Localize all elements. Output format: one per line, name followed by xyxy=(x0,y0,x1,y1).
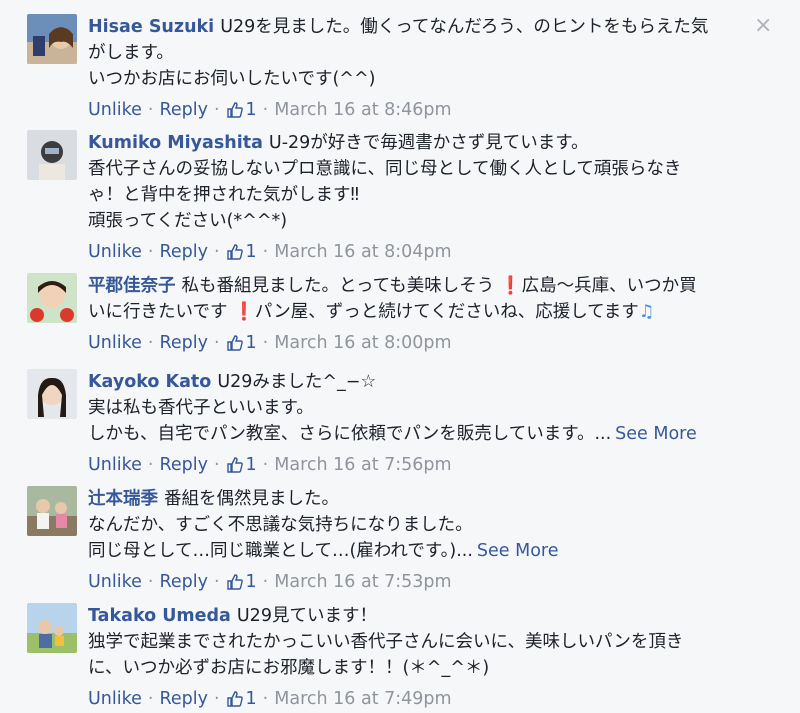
reply-link[interactable]: Reply xyxy=(159,98,207,122)
like-count-value: 1 xyxy=(245,333,257,353)
separator: · xyxy=(213,689,220,709)
comment-author[interactable]: 平郡佳奈子 xyxy=(88,276,176,296)
comment-text: パン屋、ずっと続けてくださいね、応援してます xyxy=(254,302,639,322)
comment-timestamp[interactable]: March 16 at 8:00pm xyxy=(274,331,451,355)
like-count-value: 1 xyxy=(245,242,257,262)
like-count[interactable]: 1 xyxy=(226,240,257,264)
separator: · xyxy=(147,455,154,475)
like-count[interactable]: 1 xyxy=(226,331,257,355)
comment-actions: Unlike · Reply · 1 · March 16 at 8:00pm xyxy=(88,331,758,355)
reply-link[interactable]: Reply xyxy=(159,331,207,355)
avatar[interactable] xyxy=(27,14,77,64)
comment-text: U29みました^_−☆ xyxy=(217,372,377,392)
separator: · xyxy=(147,572,154,592)
thumbs-up-icon xyxy=(226,335,243,351)
like-count[interactable]: 1 xyxy=(226,98,257,122)
comment-text: 私も番組見ました。とっても美味しそう xyxy=(181,276,500,296)
reply-link[interactable]: Reply xyxy=(159,570,207,594)
comment-actions: Unlike · Reply · 1 · March 16 at 7:56pm xyxy=(88,453,758,477)
see-more-link[interactable]: See More xyxy=(615,424,697,444)
exclamation-icon: ❗ xyxy=(233,302,255,322)
unlike-link[interactable]: Unlike xyxy=(88,570,142,594)
avatar[interactable] xyxy=(27,603,77,653)
comment-text: いつかお店にお伺いしたいです(^^) xyxy=(88,69,376,89)
comment-author[interactable]: 辻本瑞季 xyxy=(88,489,158,509)
comment-actions: Unlike · Reply · 1 · March 16 at 8:04pm xyxy=(88,240,758,264)
comment-text: に、いつか必ずお店にお邪魔します！！(＊^_^＊) xyxy=(88,658,490,678)
separator: · xyxy=(262,689,269,709)
comment-timestamp[interactable]: March 16 at 7:49pm xyxy=(274,687,451,711)
thumbs-up-icon xyxy=(226,102,243,118)
comment-text: なんだか、すごく不思議な気持ちになりました。 xyxy=(88,515,473,535)
separator: · xyxy=(147,100,154,120)
unlike-link[interactable]: Unlike xyxy=(88,240,142,264)
separator: · xyxy=(213,455,220,475)
comment-actions: Unlike · Reply · 1 · March 16 at 8:46pm xyxy=(88,98,758,122)
thumbs-up-icon xyxy=(226,574,243,590)
comment-text: 独学で起業までされたかっこいい香代子さんに会いに、美味しいパンを頂き xyxy=(88,632,684,652)
avatar[interactable] xyxy=(27,273,77,323)
avatar[interactable] xyxy=(27,486,77,536)
like-count-value: 1 xyxy=(245,572,257,592)
separator: · xyxy=(213,572,220,592)
comment-text: がします。 xyxy=(88,43,174,63)
separator: · xyxy=(262,572,269,592)
separator: · xyxy=(262,100,269,120)
comment-actions: Unlike · Reply · 1 · March 16 at 7:53pm xyxy=(88,570,758,594)
avatar[interactable] xyxy=(27,369,77,419)
comment-author[interactable]: Kumiko Miyashita xyxy=(88,133,263,153)
comment-timestamp[interactable]: March 16 at 8:46pm xyxy=(274,98,451,122)
comment-text: U-29が好きで毎週書かさず見ています。 xyxy=(268,133,589,153)
see-more-link[interactable]: See More xyxy=(477,541,559,561)
comment-text: U29見ています！ xyxy=(236,606,377,626)
like-count[interactable]: 1 xyxy=(226,453,257,477)
like-count[interactable]: 1 xyxy=(226,687,257,711)
comment-text: 実は私も香代子といいます。 xyxy=(88,398,314,418)
avatar[interactable] xyxy=(27,130,77,180)
comment-text: 頑張ってください(*^^*) xyxy=(88,211,288,231)
comment-text: 番組を偶然見ました。 xyxy=(164,489,339,509)
comment-author[interactable]: Hisae Suzuki xyxy=(88,17,214,37)
comment-text: しかも、自宅でパン教室、さらに依頼でパンを販売しています。... xyxy=(88,424,612,444)
comment-author[interactable]: Takako Umeda xyxy=(88,606,231,626)
like-count-value: 1 xyxy=(245,100,257,120)
unlike-link[interactable]: Unlike xyxy=(88,331,142,355)
unlike-link[interactable]: Unlike xyxy=(88,453,142,477)
separator: · xyxy=(147,689,154,709)
separator: · xyxy=(213,333,220,353)
reply-link[interactable]: Reply xyxy=(159,240,207,264)
separator: · xyxy=(213,100,220,120)
unlike-link[interactable]: Unlike xyxy=(88,687,142,711)
comment-actions: Unlike · Reply · 1 · March 16 at 7:49pm xyxy=(88,687,758,711)
comment-text: いに行きたいです xyxy=(88,302,234,322)
comment-timestamp[interactable]: March 16 at 7:53pm xyxy=(274,570,451,594)
close-icon[interactable]: × xyxy=(754,15,772,37)
comment-timestamp[interactable]: March 16 at 8:04pm xyxy=(274,240,451,264)
like-count-value: 1 xyxy=(245,689,257,709)
separator: · xyxy=(262,455,269,475)
like-count[interactable]: 1 xyxy=(226,570,257,594)
reply-link[interactable]: Reply xyxy=(159,453,207,477)
comment-text: 香代子さんの妥協しないプロ意識に、同じ母として働く人として頑張らなき xyxy=(88,159,682,179)
reply-link[interactable]: Reply xyxy=(159,687,207,711)
thumbs-up-icon xyxy=(226,244,243,260)
comment-text: ゃ！と背中を押された気がします‼ xyxy=(88,185,359,205)
music-note-icon: ♫ xyxy=(638,302,655,322)
comment-list: Hisae Suzuki U29を見ました。働くってなんだろう、のヒントをもらえた… xyxy=(0,0,800,713)
comment-text: 同じ母として…同じ職業として…(雇われです。)... xyxy=(88,541,473,561)
comment-author[interactable]: Kayoko Kato xyxy=(88,372,211,392)
comment-text: U29を見ました。働くってなんだろう、のヒントをもらえた気 xyxy=(220,17,709,37)
thumbs-up-icon xyxy=(226,691,243,707)
like-count-value: 1 xyxy=(245,455,257,475)
exclamation-icon: ❗ xyxy=(499,276,522,296)
thumbs-up-icon xyxy=(226,457,243,473)
separator: · xyxy=(262,242,269,262)
separator: · xyxy=(213,242,220,262)
separator: · xyxy=(262,333,269,353)
separator: · xyxy=(147,242,154,262)
separator: · xyxy=(147,333,154,353)
comment-text: 広島〜兵庫、いつか買 xyxy=(521,276,697,296)
comment-timestamp[interactable]: March 16 at 7:56pm xyxy=(274,453,451,477)
unlike-link[interactable]: Unlike xyxy=(88,98,142,122)
